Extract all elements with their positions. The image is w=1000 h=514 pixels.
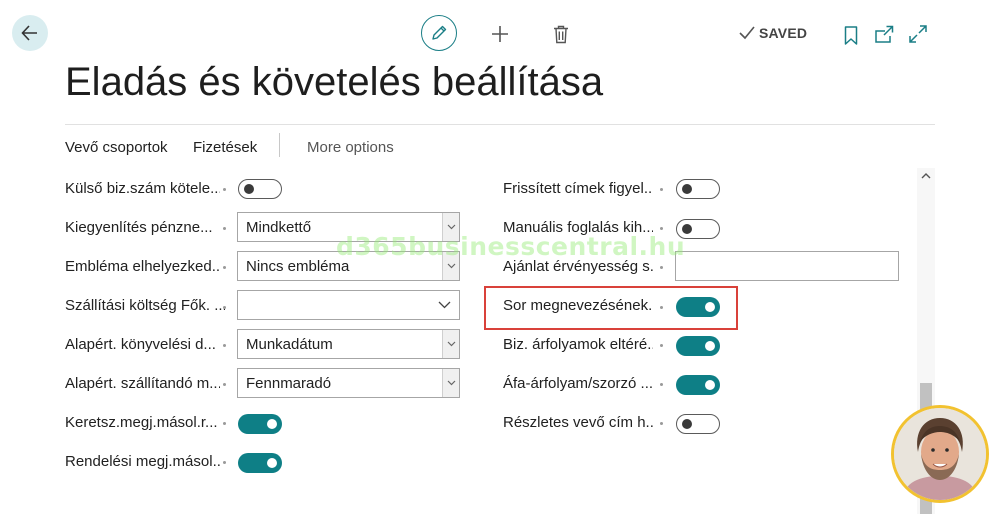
field-dot bbox=[223, 188, 226, 191]
field-dot bbox=[223, 344, 226, 347]
presenter-portrait bbox=[894, 408, 986, 500]
new-button[interactable] bbox=[489, 23, 511, 45]
expand-button[interactable] bbox=[907, 24, 929, 44]
back-button[interactable] bbox=[12, 15, 48, 51]
chevron-down-icon bbox=[447, 224, 455, 230]
toggle-copy-comments-blanket[interactable] bbox=[238, 414, 282, 434]
input-quote-validity[interactable] bbox=[675, 251, 899, 281]
chevron-down-icon bbox=[447, 341, 455, 347]
field-label: Külső biz.szám kötele... bbox=[65, 180, 220, 197]
avatar bbox=[891, 405, 989, 503]
edit-button[interactable] bbox=[421, 15, 457, 51]
action-payments[interactable]: Fizetések bbox=[193, 139, 257, 156]
field-dot bbox=[223, 461, 226, 464]
select-value: Nincs embléma bbox=[246, 258, 350, 275]
trash-icon bbox=[554, 25, 568, 43]
field-label: Alapért. könyvelési d... bbox=[65, 336, 216, 353]
share-icon bbox=[875, 25, 894, 43]
field-label: Frissített címek figyel... bbox=[503, 180, 653, 197]
field-dot bbox=[223, 306, 226, 309]
select-value: Fennmaradó bbox=[246, 375, 332, 392]
chevron-down-icon bbox=[447, 263, 455, 269]
select-default-posting-date[interactable]: Munkadátum bbox=[237, 329, 460, 359]
dropdown-button[interactable] bbox=[429, 291, 459, 319]
toggle-vat-exchange-rate[interactable] bbox=[676, 375, 720, 395]
field-dot bbox=[660, 344, 663, 347]
arrow-left-icon bbox=[21, 25, 37, 41]
field-label: Alapért. szállítandó m... bbox=[65, 375, 220, 392]
delete-button[interactable] bbox=[551, 23, 571, 45]
general-fasttab: Külső biz.szám kötele... Kiegyenlítés pé… bbox=[0, 168, 917, 514]
saved-status: SAVED bbox=[739, 25, 807, 41]
page-title: Eladás és követelés beállítása bbox=[65, 60, 604, 104]
toggle-external-doc-required[interactable] bbox=[238, 179, 282, 199]
toggle-check-updated-addresses[interactable] bbox=[676, 179, 720, 199]
field-dot bbox=[660, 188, 663, 191]
field-dot bbox=[660, 422, 663, 425]
field-dot bbox=[660, 227, 663, 230]
dropdown-button[interactable] bbox=[442, 330, 459, 358]
field-label: Áfa-árfolyam/szorzó ... bbox=[503, 375, 653, 392]
field-dot bbox=[660, 266, 663, 269]
field-label: Keretsz.megj.másol.r... bbox=[65, 414, 218, 431]
select-freight-gl-account[interactable] bbox=[237, 290, 460, 320]
action-more-options[interactable]: More options bbox=[307, 139, 394, 156]
pencil-icon bbox=[432, 25, 447, 40]
highlight-box bbox=[484, 286, 738, 330]
field-label: Biz. árfolyamok eltéré... bbox=[503, 336, 653, 353]
chevron-down-icon bbox=[447, 380, 455, 386]
dropdown-button[interactable] bbox=[442, 369, 459, 397]
bookmark-icon bbox=[844, 25, 858, 45]
expand-icon bbox=[909, 25, 927, 43]
action-customer-groups[interactable]: Vevő csoportok bbox=[65, 139, 168, 156]
field-dot bbox=[223, 227, 226, 230]
field-dot bbox=[223, 422, 226, 425]
field-label: Szállítási költség Fők. ... bbox=[65, 297, 225, 314]
checkmark-icon bbox=[739, 26, 755, 40]
field-label: Rendelési megj.másol... bbox=[65, 453, 220, 470]
field-label: Embléma elhelyezked... bbox=[65, 258, 220, 275]
field-label: Részletes vevő cím h... bbox=[503, 414, 653, 431]
chevron-down-icon bbox=[438, 301, 450, 309]
chevron-up-icon bbox=[921, 173, 931, 179]
toggle-detailed-customer-address[interactable] bbox=[676, 414, 720, 434]
plus-icon bbox=[492, 26, 508, 42]
field-dot bbox=[223, 266, 226, 269]
open-new-window-button[interactable] bbox=[873, 24, 895, 44]
select-default-qty-to-ship[interactable]: Fennmaradó bbox=[237, 368, 460, 398]
select-value: Mindkettő bbox=[246, 219, 312, 236]
toggle-doc-exchange-rates[interactable] bbox=[676, 336, 720, 356]
saved-label: SAVED bbox=[759, 25, 808, 41]
toggle-copy-comments-order[interactable] bbox=[238, 453, 282, 473]
scroll-up-button[interactable] bbox=[917, 168, 935, 184]
field-dot bbox=[223, 383, 226, 386]
select-value: Munkadátum bbox=[246, 336, 333, 353]
action-separator bbox=[279, 133, 280, 157]
bookmark-button[interactable] bbox=[843, 24, 859, 46]
watermark: d365businesscentral.hu bbox=[336, 232, 686, 261]
field-label: Kiegyenlítés pénzne... bbox=[65, 219, 213, 236]
field-dot bbox=[660, 383, 663, 386]
action-bar: Vevő csoportok Fizetések More options bbox=[65, 124, 935, 168]
